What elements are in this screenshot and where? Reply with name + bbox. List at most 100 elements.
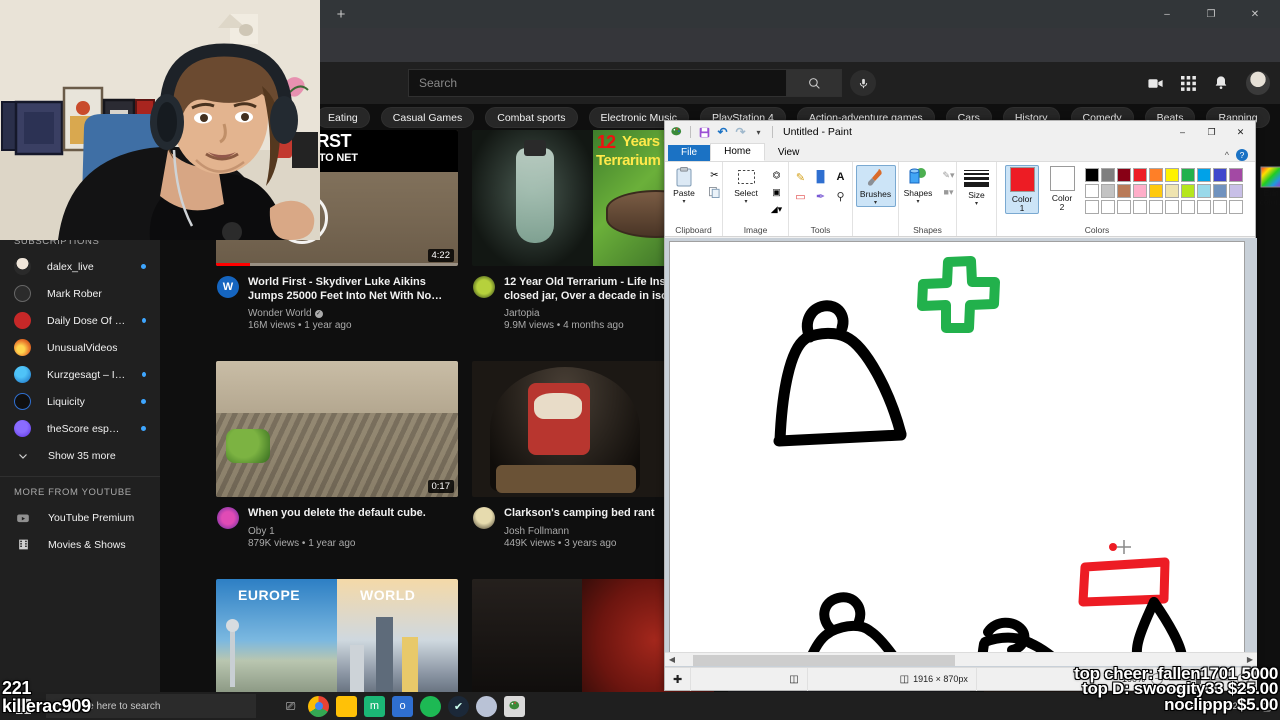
text-A-icon[interactable]: A — [831, 168, 850, 186]
edit-colors-button[interactable]: Edit colors — [1253, 165, 1280, 207]
crop-icon[interactable]: ⏣ — [768, 167, 785, 183]
video-thumbnail[interactable]: 0:17 — [216, 361, 458, 497]
chevron-down-icon[interactable]: ▾ — [916, 199, 919, 205]
chip-combat-sports[interactable]: Combat sports — [485, 106, 578, 128]
create-video-icon[interactable] — [1147, 75, 1164, 92]
cut-scissors-icon[interactable]: ✂ — [706, 167, 723, 183]
task-view-icon[interactable]: ⎚ — [280, 696, 301, 717]
palette-swatch[interactable] — [1085, 168, 1099, 182]
eraser-icon[interactable]: ▭ — [791, 187, 810, 205]
chevron-down-icon[interactable]: ▾ — [975, 201, 978, 207]
paint-app-icon[interactable] — [670, 126, 683, 139]
sidebar-item-channel[interactable]: Liquicity — [0, 388, 160, 415]
redo-icon[interactable]: ↷ — [734, 125, 747, 139]
chevron-down-icon[interactable]: ▾ — [682, 199, 685, 205]
sidebar-item-channel[interactable]: Kurzgesagt – In a … — [0, 361, 160, 388]
search-button[interactable] — [786, 69, 842, 97]
resize-icon[interactable]: ▣ — [768, 184, 785, 200]
palette-swatch[interactable] — [1229, 184, 1243, 198]
chip-eating[interactable]: Eating — [316, 106, 370, 128]
new-tab-button[interactable]: + — [330, 4, 352, 26]
notifications-bell-icon[interactable] — [1213, 75, 1229, 91]
tab-view[interactable]: View — [765, 145, 813, 161]
video-thumbnail[interactable]: EUROPE WORLD — [216, 578, 458, 692]
color-1-button[interactable]: Color 1 — [1005, 165, 1039, 214]
palette-swatch[interactable] — [1197, 168, 1211, 182]
canvas-drawing[interactable] — [670, 242, 1246, 668]
palette-swatch[interactable] — [1149, 200, 1163, 214]
fill-icon[interactable]: ■▾ — [940, 184, 957, 200]
browser-close-button[interactable]: ✕ — [1234, 0, 1276, 28]
zoom-out-button[interactable]: − — [1151, 673, 1163, 685]
palette-swatch[interactable] — [1085, 200, 1099, 214]
outlook-icon[interactable]: o — [392, 695, 413, 717]
video-title[interactable]: When you delete the default cube. — [248, 507, 458, 521]
paint-horizontal-scrollbar[interactable]: ◀ ▶ — [665, 652, 1257, 666]
sidebar-item-movies-shows[interactable]: Movies & Shows — [0, 531, 160, 558]
sidebar-item-channel[interactable]: dalex_live — [0, 253, 160, 280]
paint-canvas-area[interactable] — [665, 238, 1257, 668]
rotate-icon[interactable]: ◢▾ — [768, 201, 785, 217]
notification-center-icon[interactable]: ▢ — [1262, 700, 1272, 713]
palette-swatch[interactable] — [1197, 200, 1211, 214]
apps-grid-icon[interactable] — [1181, 75, 1196, 91]
sidebar-item-channel[interactable]: UnusualVideos — [0, 334, 160, 361]
sidebar-item-youtube-premium[interactable]: YouTube Premium — [0, 504, 160, 531]
magnifier-icon[interactable]: ⚲ — [831, 187, 850, 205]
browser-minimize-button[interactable]: – — [1146, 0, 1188, 28]
color-1-swatch[interactable] — [1009, 167, 1035, 192]
fill-bucket-icon[interactable]: █ — [811, 168, 830, 186]
channel-avatar[interactable]: W — [217, 276, 239, 298]
voice-search-icon[interactable] — [850, 70, 876, 96]
video-title[interactable]: World First - Skydiver Luke Aikins Jumps… — [248, 276, 458, 303]
scroll-track[interactable] — [679, 653, 1243, 666]
tab-file[interactable]: File — [668, 145, 711, 161]
palette-swatch[interactable] — [1213, 168, 1227, 182]
palette-swatch[interactable] — [1165, 200, 1179, 214]
paint-canvas[interactable] — [669, 241, 1246, 668]
paint-window[interactable]: ↶ ↷ ▾ Untitled - Paint – ❐ ✕ File Home V… — [664, 120, 1280, 691]
help-icon[interactable]: ? — [1236, 149, 1248, 161]
browser-maximize-button[interactable]: ❐ — [1190, 0, 1232, 28]
sidebar-item-channel[interactable]: Mark Rober — [0, 280, 160, 307]
palette-swatch[interactable] — [1181, 168, 1195, 182]
spotify-icon[interactable] — [420, 695, 441, 717]
video-channel[interactable]: Oby 1 — [248, 526, 458, 537]
save-icon[interactable] — [698, 126, 711, 139]
palette-swatch[interactable] — [1165, 168, 1179, 182]
chevron-down-icon[interactable]: ▾ — [744, 199, 747, 205]
tray-time[interactable]: 8:44 PM — [1183, 701, 1217, 711]
palette-swatch[interactable] — [1149, 184, 1163, 198]
palette-swatch[interactable] — [1133, 168, 1147, 182]
palette-swatch[interactable] — [1117, 168, 1131, 182]
palette-swatch[interactable] — [1165, 184, 1179, 198]
shapes-button[interactable]: Shapes ▾ — [898, 165, 938, 205]
color-picker-icon[interactable]: ✒ — [811, 187, 830, 205]
sidebar-item-channel[interactable]: theScore esports — [0, 415, 160, 442]
palette-swatch[interactable] — [1229, 168, 1243, 182]
channel-avatar[interactable] — [473, 507, 495, 529]
windows-start-icon[interactable] — [0, 692, 46, 720]
collapse-ribbon-icon[interactable]: ^ — [1225, 150, 1229, 160]
chevron-down-icon[interactable]: ▾ — [874, 200, 877, 206]
size-button[interactable]: Size ▾ — [960, 165, 994, 207]
paint-icon[interactable] — [504, 695, 525, 717]
video-card[interactable]: EUROPE WORLD — [216, 578, 458, 692]
palette-swatch[interactable] — [1229, 200, 1243, 214]
teams-icon[interactable]: m — [364, 695, 385, 717]
select-button[interactable]: Select ▾ — [726, 165, 766, 205]
paint-title-bar[interactable]: ↶ ↷ ▾ Untitled - Paint – ❐ ✕ — [665, 121, 1255, 143]
sidebar-item-channel[interactable]: Daily Dose Of Inter… — [0, 307, 160, 334]
palette-swatch[interactable] — [1101, 184, 1115, 198]
palette-swatch[interactable] — [1133, 200, 1147, 214]
undo-icon[interactable]: ↶ — [716, 125, 729, 139]
steam-icon[interactable]: ✔ — [448, 695, 469, 717]
palette-swatch[interactable] — [1181, 200, 1195, 214]
palette-swatch[interactable] — [1101, 168, 1115, 182]
zoom-slider[interactable] — [1169, 674, 1231, 684]
brushes-button[interactable]: Brushes ▾ — [855, 165, 896, 207]
palette-swatch[interactable] — [1181, 184, 1195, 198]
palette-swatch[interactable] — [1197, 184, 1211, 198]
scroll-left-arrow-icon[interactable]: ◀ — [665, 655, 679, 664]
pencil-icon[interactable]: ✎ — [791, 168, 810, 186]
